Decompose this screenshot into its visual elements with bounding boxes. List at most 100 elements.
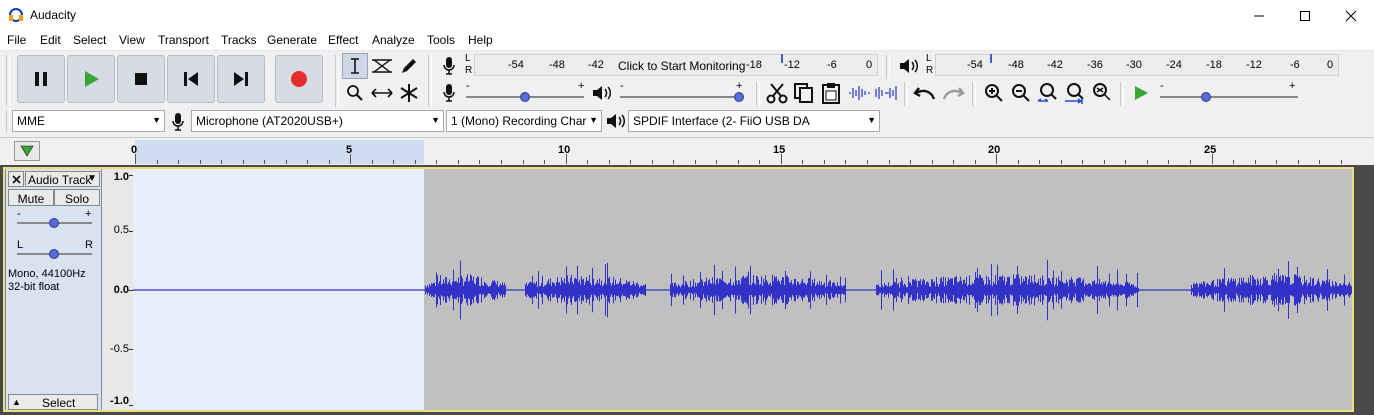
skip-to-end-button[interactable] xyxy=(217,55,265,103)
pan-slider-knob[interactable] xyxy=(49,249,59,259)
toolbar-grip[interactable] xyxy=(756,82,760,106)
timeline-tick xyxy=(1189,160,1191,164)
menu-transport[interactable]: Transport xyxy=(158,33,209,47)
pause-button[interactable] xyxy=(17,55,65,103)
maximize-button[interactable] xyxy=(1282,0,1328,31)
menu-tracks[interactable]: Tracks xyxy=(221,33,257,47)
toolbar-grip[interactable] xyxy=(886,55,890,79)
slider-max-mark: + xyxy=(578,80,585,92)
meter-scale-label: 0 xyxy=(866,59,873,71)
recording-device-select[interactable]: Microphone (AT2020USB+) ▼ xyxy=(191,110,444,132)
timeline-tick xyxy=(178,160,180,164)
menu-generate[interactable]: Generate xyxy=(267,33,317,47)
fit-project-button[interactable] xyxy=(1062,80,1088,106)
close-track-button[interactable] xyxy=(8,171,24,187)
silence-audio-button[interactable] xyxy=(873,80,899,106)
timeline-options-button[interactable] xyxy=(14,141,40,161)
toolbar-grip[interactable] xyxy=(904,82,908,106)
playback-speed-slider[interactable] xyxy=(1160,96,1298,98)
draw-tool-button[interactable] xyxy=(396,53,422,79)
recording-channels-select[interactable]: 1 (Mono) Recording Char ▼ xyxy=(446,110,602,132)
toolbar-grip[interactable] xyxy=(428,55,432,107)
time-shift-icon xyxy=(371,88,393,98)
select-track-button[interactable]: ▲ Select xyxy=(8,394,98,410)
track-control-panel[interactable]: Audio Track ▼ Mute Solo - + L R Mono, 44… xyxy=(5,168,102,411)
playback-volume-slider[interactable] xyxy=(620,96,742,98)
minimize-button[interactable] xyxy=(1236,0,1282,31)
playback-device-select[interactable]: SPDIF Interface (2- FiiO USB DA ▼ xyxy=(628,110,880,132)
zoom-toggle-button[interactable] xyxy=(1089,80,1115,106)
timeline-tick xyxy=(737,160,739,164)
mute-label: Mute xyxy=(17,192,45,206)
timeline-tick xyxy=(285,160,287,164)
audio-host-select[interactable]: MME ▼ xyxy=(12,110,165,132)
speaker-icon xyxy=(605,112,627,133)
timeline-tick xyxy=(522,160,524,164)
redo-button[interactable] xyxy=(940,80,966,106)
timeline-tick xyxy=(1103,160,1105,164)
timeline-tick xyxy=(673,160,675,164)
menu-help[interactable]: Help xyxy=(468,33,493,47)
timeline-tick xyxy=(608,160,610,164)
waveform-view[interactable] xyxy=(133,168,1352,411)
envelope-tool-button[interactable] xyxy=(369,53,395,79)
cut-button[interactable] xyxy=(764,80,790,106)
solo-button[interactable]: Solo xyxy=(54,189,100,206)
monitoring-hint[interactable]: Click to Start Monitoring xyxy=(618,59,745,73)
record-meter-button[interactable] xyxy=(436,53,462,79)
timeline-tick xyxy=(328,160,330,164)
recording-volume-icon-button xyxy=(436,80,462,106)
trim-audio-button[interactable] xyxy=(846,80,872,106)
selection-tool-button[interactable] xyxy=(342,53,368,79)
meter-channel-label: L xyxy=(926,53,932,64)
chevron-down-icon: ▼ xyxy=(87,173,97,184)
paste-button[interactable] xyxy=(818,80,844,106)
meter-scale-label: -36 xyxy=(1087,59,1103,71)
play-button[interactable] xyxy=(67,55,115,103)
menu-edit[interactable]: Edit xyxy=(40,33,61,47)
slider-knob[interactable] xyxy=(520,92,530,102)
select-label: Select xyxy=(42,396,76,410)
collapse-track-icon[interactable]: ▲ xyxy=(12,397,21,407)
skip-to-start-button[interactable] xyxy=(167,55,215,103)
stop-button[interactable] xyxy=(117,55,165,103)
toolbar-grip[interactable] xyxy=(6,110,10,132)
amplitude-ruler[interactable]: 1.0 0.5 0.0 -0.5 -1.0 xyxy=(102,168,133,411)
track-menu-button[interactable]: Audio Track ▼ xyxy=(25,171,100,187)
amplitude-label: -1.0 xyxy=(110,395,129,407)
slider-knob[interactable] xyxy=(734,92,744,102)
toolbar-grip[interactable] xyxy=(1120,82,1124,106)
play-at-speed-button[interactable] xyxy=(1128,80,1154,106)
speaker-icon xyxy=(593,86,612,100)
fit-selection-button[interactable] xyxy=(1035,80,1061,106)
menu-tools[interactable]: Tools xyxy=(427,33,455,47)
multi-tool-button[interactable] xyxy=(396,80,422,106)
playback-meter-button[interactable] xyxy=(896,53,922,79)
undo-button[interactable] xyxy=(912,80,938,106)
track-name: Audio Track xyxy=(28,173,92,187)
mute-button[interactable]: Mute xyxy=(8,189,54,206)
pan-right-mark: R xyxy=(85,239,93,251)
menu-effect[interactable]: Effect xyxy=(328,33,358,47)
gain-slider-knob[interactable] xyxy=(49,218,59,228)
slider-knob[interactable] xyxy=(1201,92,1211,102)
zoom-in-button[interactable] xyxy=(981,80,1007,106)
toolbar-grip[interactable] xyxy=(6,55,10,105)
pan-left-mark: L xyxy=(17,239,24,251)
chevron-down-icon: ▼ xyxy=(589,115,598,125)
copy-button[interactable] xyxy=(791,80,817,106)
solo-label: Solo xyxy=(64,192,90,206)
time-shift-tool-button[interactable] xyxy=(369,80,395,106)
menu-file[interactable]: File xyxy=(7,33,26,47)
zoom-out-button[interactable] xyxy=(1008,80,1034,106)
menu-analyze[interactable]: Analyze xyxy=(372,33,415,47)
toolbar-grip[interactable] xyxy=(335,55,339,107)
timeline-ruler[interactable]: 0 5 10 15 20 25 xyxy=(0,137,1374,164)
record-button[interactable] xyxy=(275,55,323,103)
zoom-tool-button[interactable] xyxy=(342,80,368,106)
menu-select[interactable]: Select xyxy=(73,33,106,47)
toolbar-grip[interactable] xyxy=(972,82,976,106)
timeline-tick xyxy=(931,160,933,164)
menu-view[interactable]: View xyxy=(119,33,145,47)
close-button[interactable] xyxy=(1328,0,1374,31)
